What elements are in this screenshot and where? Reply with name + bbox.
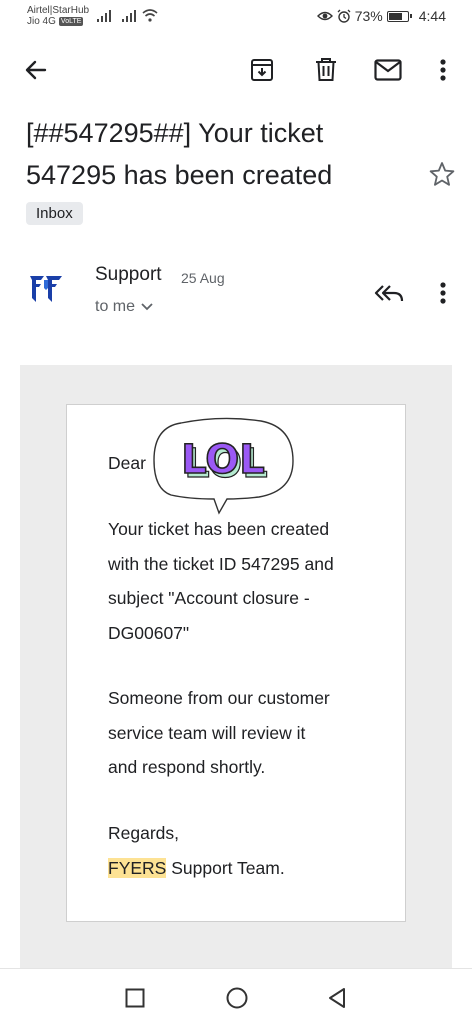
archive-button[interactable] (244, 52, 280, 88)
back-button[interactable] (18, 52, 54, 88)
delete-button[interactable] (308, 52, 344, 88)
body-line: DG00607" (108, 622, 190, 643)
recipient-details-toggle[interactable]: to me (95, 298, 153, 316)
system-navigation-bar (0, 968, 472, 1025)
closing: Regards, (108, 823, 180, 843)
body-line: Someone from our customer (108, 688, 330, 708)
signature: FYERS Support Team. (108, 851, 285, 886)
circle-icon (226, 987, 248, 1009)
delete-icon (316, 58, 336, 81)
mail-icon (374, 59, 402, 81)
volte-badge: VoLTE (58, 17, 84, 26)
clock: 4:44 (418, 8, 446, 24)
carrier-name-2: Jio 4G (27, 16, 56, 27)
wifi-icon (142, 9, 158, 22)
home-button[interactable] (222, 983, 252, 1013)
more-vert-icon (440, 59, 446, 81)
recipient-label: to me (95, 298, 136, 315)
inbox-label-chip[interactable]: Inbox (26, 202, 83, 225)
star-icon (429, 162, 455, 186)
paragraph-review: Someone from our customer service team w… (108, 681, 330, 785)
more-options-button[interactable] (428, 52, 458, 88)
fyers-logo-icon (30, 276, 62, 302)
sender-name[interactable]: Support (95, 264, 162, 286)
recents-button[interactable] (120, 983, 150, 1013)
signature-text: Support Team. (166, 857, 285, 878)
avatar[interactable] (28, 274, 64, 311)
back-arrow-icon (25, 60, 47, 80)
signal-icon (122, 10, 136, 22)
lol-sticker: LOL LOL (151, 413, 297, 520)
highlighted-company: FYERS (108, 857, 167, 878)
triangle-back-icon (329, 988, 345, 1008)
back-nav-button[interactable] (322, 983, 352, 1013)
more-vert-icon (440, 282, 446, 304)
battery-percent: 73% (354, 8, 383, 24)
battery-level (388, 12, 402, 20)
status-bar: Airtel|StarHub Jio 4G VoLTE 73% 4:44 (0, 0, 472, 34)
signal-icon (97, 10, 111, 22)
reply-all-icon (374, 285, 404, 302)
carrier-info: Airtel|StarHub Jio 4G VoLTE (27, 5, 89, 27)
square-icon (125, 988, 145, 1008)
archive-icon (251, 59, 273, 81)
alarm-icon (337, 9, 351, 23)
paragraph-ticket-created: Your ticket has been created with the ti… (108, 512, 334, 650)
sticker-text: LOL (181, 437, 265, 483)
reply-all-button[interactable] (370, 278, 408, 308)
eye-icon (316, 11, 333, 21)
carrier-name: Airtel|StarHub (27, 5, 90, 16)
battery-icon (386, 10, 412, 22)
email-date: 25 Aug (181, 270, 225, 286)
body-line: service team will review it (108, 722, 306, 743)
greeting: Dear (108, 453, 146, 473)
mark-unread-button[interactable] (370, 52, 406, 88)
body-line: with the ticket ID 547295 and (108, 553, 334, 574)
body-line: subject "Account closure - (108, 588, 310, 608)
chevron-down-icon (141, 303, 153, 311)
body-line: and respond shortly. (108, 757, 266, 777)
signature-block: Regards, FYERS Support Team. (108, 816, 285, 885)
message-more-button[interactable] (428, 278, 458, 308)
star-button[interactable] (428, 160, 456, 188)
speech-bubble-icon: LOL LOL (153, 417, 294, 515)
email-subject: [##547295##] Your ticket 547295 has been… (26, 118, 333, 190)
